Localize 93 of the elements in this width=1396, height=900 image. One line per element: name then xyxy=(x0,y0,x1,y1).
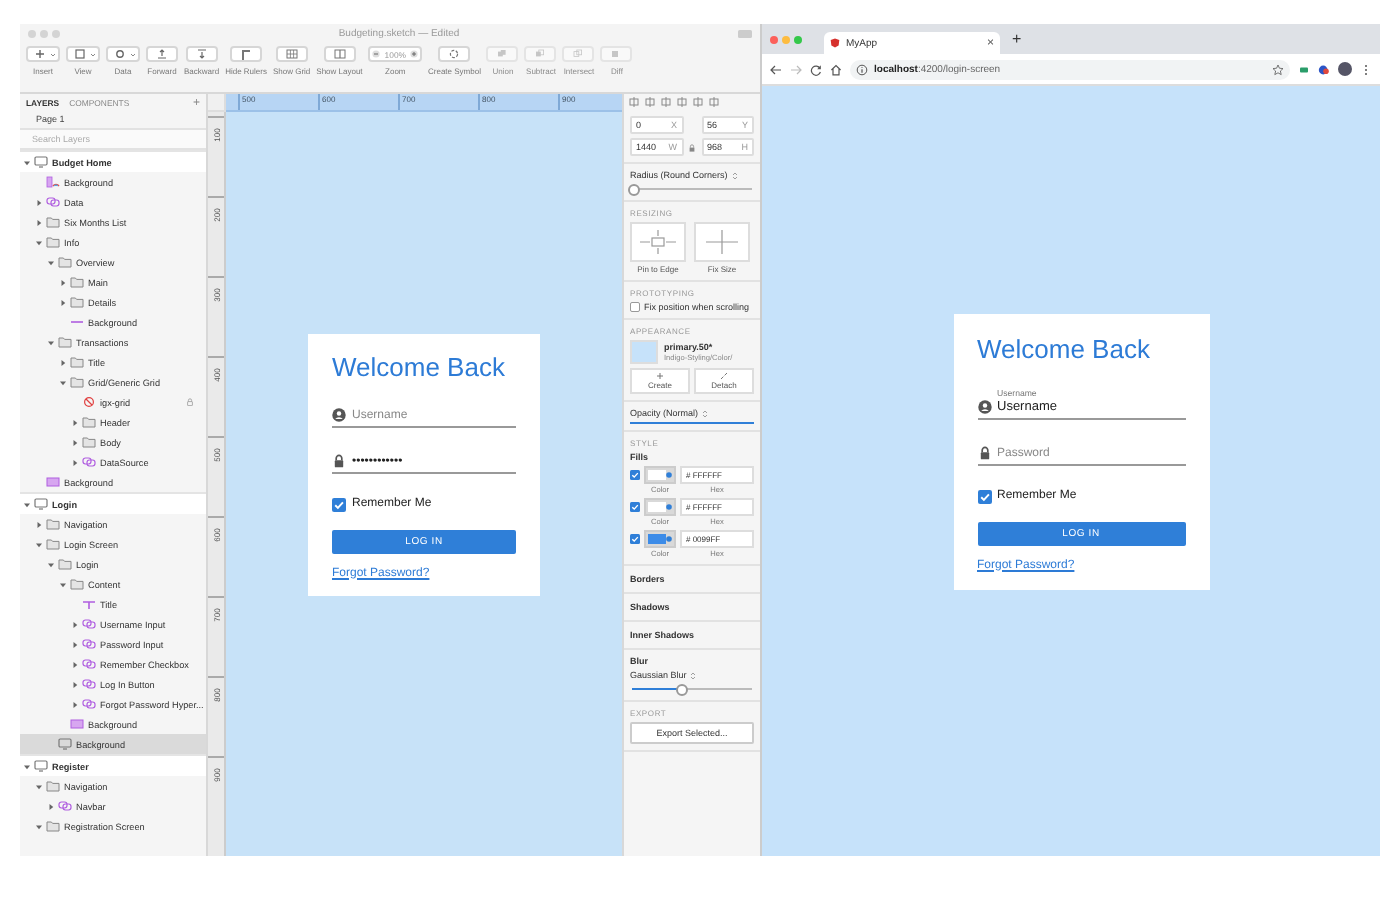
close-window-button[interactable] xyxy=(770,35,778,43)
toolbar-button[interactable] xyxy=(26,46,60,62)
disclosure-triangle-icon[interactable] xyxy=(72,701,78,707)
symbol-icon xyxy=(82,456,96,468)
artboard-icon xyxy=(34,156,48,168)
columns-icon xyxy=(329,48,350,60)
disclosure-triangle-icon[interactable] xyxy=(72,661,78,667)
disclosure-triangle-icon[interactable] xyxy=(60,581,66,587)
artboard-icon xyxy=(34,760,48,772)
crosshair-icon xyxy=(702,228,742,256)
folder-icon xyxy=(46,780,60,792)
fill-color-well[interactable] xyxy=(644,466,676,484)
disclosure-triangle-icon[interactable] xyxy=(48,339,54,345)
card-title: Welcome Back xyxy=(977,333,1152,363)
color-picker-icon[interactable] xyxy=(666,472,672,478)
pin-edges-icon xyxy=(638,228,678,256)
artboard-icon xyxy=(34,498,48,510)
disclosure-triangle-icon[interactable] xyxy=(72,641,78,647)
checkbox[interactable] xyxy=(630,302,640,312)
fill-color-well[interactable] xyxy=(644,530,676,548)
stepper-icon[interactable] xyxy=(731,171,738,179)
toolbar-button[interactable] xyxy=(146,46,178,62)
disclosure-triangle-icon[interactable] xyxy=(48,803,54,809)
disclosure-triangle-icon[interactable] xyxy=(36,823,42,829)
component-icon xyxy=(82,396,96,408)
home-icon[interactable] xyxy=(830,63,842,75)
sidebar-toggle-icon[interactable] xyxy=(738,30,752,38)
toolbar-button[interactable] xyxy=(66,46,100,62)
layer-up-icon xyxy=(152,48,172,60)
lock-icon xyxy=(977,445,991,459)
rectangle-icon xyxy=(46,476,60,488)
card-title: Welcome Back xyxy=(332,351,507,381)
disclosure-triangle-icon[interactable] xyxy=(36,239,42,245)
rectangle-icon xyxy=(70,718,84,730)
back-arrow-icon[interactable] xyxy=(770,63,782,75)
image-icon xyxy=(46,176,60,188)
disclosure-triangle-icon[interactable] xyxy=(60,379,66,385)
artboard-icon xyxy=(58,738,72,750)
reload-icon[interactable] xyxy=(810,63,822,75)
grid-icon xyxy=(281,48,302,60)
toolbar-button[interactable] xyxy=(438,46,471,62)
disclosure-triangle-icon[interactable] xyxy=(36,219,42,225)
toolbar-button[interactable] xyxy=(323,46,356,62)
plus-icon xyxy=(30,48,50,60)
lock-icon[interactable] xyxy=(186,398,194,406)
disclosure-triangle-icon[interactable] xyxy=(48,259,54,265)
person-icon xyxy=(977,399,991,413)
disclosure-triangle-icon[interactable] xyxy=(24,501,30,507)
symbol-icon xyxy=(46,196,60,208)
disclosure-triangle-icon[interactable] xyxy=(72,459,78,465)
disclosure-triangle-icon[interactable] xyxy=(36,199,42,205)
color-picker-icon[interactable] xyxy=(666,504,672,510)
gear-icon xyxy=(110,48,130,60)
plus-icon xyxy=(656,372,664,380)
disclosure-triangle-icon[interactable] xyxy=(36,521,42,527)
disclosure-triangle-icon[interactable] xyxy=(36,783,42,789)
person-icon xyxy=(332,407,346,421)
window-icon xyxy=(70,48,90,60)
stepper-icon[interactable] xyxy=(702,409,709,417)
plus-icon[interactable] xyxy=(410,50,419,58)
toolbar-button[interactable] xyxy=(185,46,218,62)
lock-icon[interactable] xyxy=(687,143,695,151)
toolbar-button[interactable] xyxy=(106,46,140,62)
minus-icon[interactable] xyxy=(372,50,381,58)
disclosure-triangle-icon[interactable] xyxy=(48,561,54,567)
avatar-icon[interactable] xyxy=(1338,62,1352,76)
color-swatch[interactable] xyxy=(630,340,658,364)
disclosure-triangle-icon[interactable] xyxy=(72,419,78,425)
disclosure-triangle-icon[interactable] xyxy=(72,621,78,627)
folder-icon xyxy=(46,820,60,832)
star-icon[interactable] xyxy=(1272,63,1284,75)
line-icon xyxy=(70,316,84,328)
shield-icon xyxy=(830,38,840,48)
disclosure-triangle-icon[interactable] xyxy=(24,763,30,769)
disclosure-triangle-icon[interactable] xyxy=(36,541,42,547)
slider-thumb[interactable] xyxy=(628,184,640,196)
disclosure-triangle-icon[interactable] xyxy=(72,439,78,445)
disclosure-triangle-icon[interactable] xyxy=(24,159,30,165)
fill-color-well[interactable] xyxy=(644,498,676,516)
toolbar-button[interactable] xyxy=(275,46,308,62)
text-layer-icon xyxy=(82,598,96,610)
disclosure-triangle-icon[interactable] xyxy=(72,681,78,687)
stepper-icon[interactable] xyxy=(690,671,697,679)
info-icon xyxy=(856,63,868,75)
slider-thumb[interactable] xyxy=(676,684,688,696)
disclosure-triangle-icon[interactable] xyxy=(60,359,66,365)
lock-icon xyxy=(332,453,346,467)
disclosure-triangle-icon[interactable] xyxy=(60,299,66,305)
symbol-icon xyxy=(58,800,72,812)
color-picker-icon[interactable] xyxy=(666,536,672,542)
new-tab-button[interactable]: + xyxy=(1006,30,1028,48)
toolbar-button[interactable] xyxy=(230,46,263,62)
disclosure-triangle-icon[interactable] xyxy=(60,279,66,285)
